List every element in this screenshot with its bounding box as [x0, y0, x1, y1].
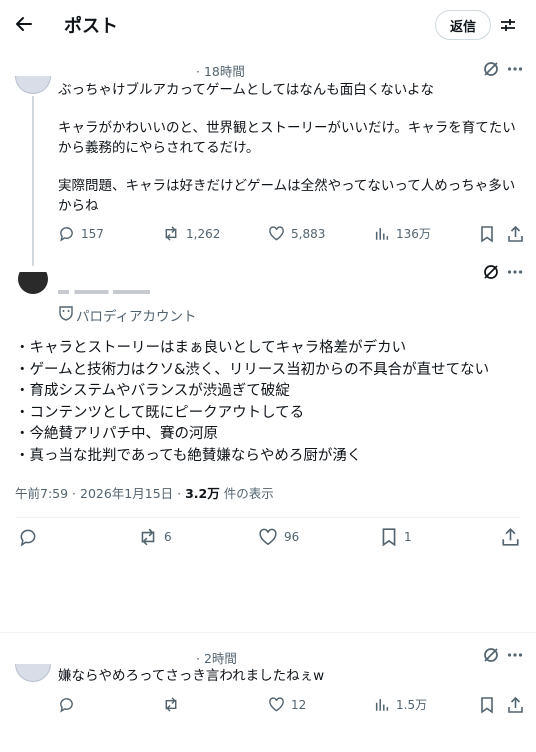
bookmark-icon[interactable]: [479, 225, 495, 243]
grok-icon[interactable]: [482, 646, 500, 664]
repost-count: 6: [164, 530, 172, 544]
reply-icon: [60, 227, 73, 242]
view-suffix: 件の表示: [219, 486, 274, 501]
post-text-line: 実際問題、キャラは好きだけどゲームは全然やってないって人めっちゃ多い: [58, 178, 516, 194]
post-text-line: ぶっちゃけブルアカってゲームとしてはなんも面白くないよな: [58, 82, 434, 98]
filter-icon[interactable]: [499, 16, 517, 34]
heart-icon: [259, 528, 277, 546]
post-time[interactable]: · 18時間: [196, 61, 245, 80]
bookmark-icon: [382, 528, 396, 547]
share-icon[interactable]: [501, 527, 520, 547]
parody-mask-icon: [59, 305, 73, 321]
view-count: 136万: [396, 227, 431, 241]
repost-icon: [141, 528, 155, 546]
divider: [15, 517, 521, 518]
bookmark-icon[interactable]: [479, 696, 495, 714]
repost-icon: [165, 697, 177, 712]
reply-button[interactable]: 返信: [435, 10, 491, 40]
analytics-icon: [375, 699, 389, 711]
views-action[interactable]: 1.5万: [374, 696, 427, 713]
avatar[interactable]: [18, 272, 48, 298]
heart-icon: [269, 226, 284, 241]
post-bullet: ・真っ当な批判であっても絶賛嫌ならやめろ厨が湧く: [15, 447, 362, 464]
avatar[interactable]: [15, 664, 51, 682]
reply-icon: [60, 698, 73, 713]
post-text-line: キャラがかわいいのと、世界観とストーリーがいいだけ。キャラを育てたい: [58, 120, 516, 136]
like-count: 96: [284, 530, 300, 544]
like-count: 5,883: [291, 226, 326, 241]
post-text: 嫌ならやめろってさっき言われましたねぇw: [58, 668, 325, 684]
post-body: ・キャラとストーリーはまぁ良いとしてキャラ格差がデカい ・ゲームと技術力はクソ&…: [15, 338, 489, 467]
repost-action[interactable]: [162, 696, 180, 713]
reply-icon: [20, 529, 36, 547]
reply-count: 157: [81, 226, 104, 241]
post-timestamp: 午前7:59 · 2026年1月15日 · 3.2万 件の表示: [15, 483, 274, 502]
page-title: ポスト: [64, 16, 118, 37]
grok-icon[interactable]: [482, 60, 500, 78]
repost-action[interactable]: 6: [138, 527, 172, 547]
views-action[interactable]: 136万: [374, 225, 431, 242]
bookmark-action[interactable]: 1: [380, 527, 412, 547]
like-action[interactable]: 96: [258, 527, 299, 547]
post-bullet: ・今絶賛アリパチ中、賽の河原: [15, 426, 218, 442]
parody-label: パロディアカウント: [76, 309, 197, 325]
username-clipped: [58, 290, 158, 297]
post-bullet: ・ゲームと技術力はクソ&渋く、リリース当初からの不具合が直せてない: [15, 361, 490, 378]
more-icon[interactable]: [506, 263, 524, 281]
thread-line: [32, 96, 34, 266]
grok-icon[interactable]: [482, 263, 500, 281]
share-icon[interactable]: [507, 225, 524, 243]
bookmark-count: 1: [404, 530, 412, 544]
like-count: 12: [291, 697, 307, 712]
divider: [0, 632, 536, 633]
share-icon[interactable]: [507, 696, 524, 714]
post-text-line: から義務的にやらされてるだけ。: [58, 140, 260, 156]
repost-action[interactable]: 1,262: [162, 225, 220, 242]
repost-icon: [165, 226, 177, 241]
reply-action[interactable]: [18, 527, 38, 547]
repost-count: 1,262: [186, 226, 221, 241]
analytics-icon: [375, 228, 389, 240]
post-text-line: からね: [58, 198, 99, 214]
post-time[interactable]: · 2時間: [196, 648, 237, 667]
view-count: 3.2万: [185, 486, 220, 501]
post-bullet: ・コンテンツとして既にピークアウトしてる: [15, 404, 305, 421]
more-icon[interactable]: [506, 646, 524, 664]
more-icon[interactable]: [506, 60, 524, 78]
reply-action[interactable]: 157: [58, 225, 104, 242]
reply-action[interactable]: [58, 696, 75, 713]
view-count: 1.5万: [396, 698, 428, 712]
like-action[interactable]: 12: [268, 696, 306, 713]
avatar[interactable]: [15, 76, 51, 94]
timestamp-text[interactable]: 午前7:59 · 2026年1月15日 ·: [15, 486, 185, 501]
back-arrow-icon[interactable]: [14, 14, 34, 34]
heart-icon: [269, 697, 284, 712]
post-bullet: ・キャラとストーリーはまぁ良いとしてキャラ格差がデカい: [15, 340, 407, 356]
like-action[interactable]: 5,883: [268, 225, 325, 242]
post-bullet: ・育成システムやバランスが渋過ぎて破綻: [15, 383, 290, 399]
